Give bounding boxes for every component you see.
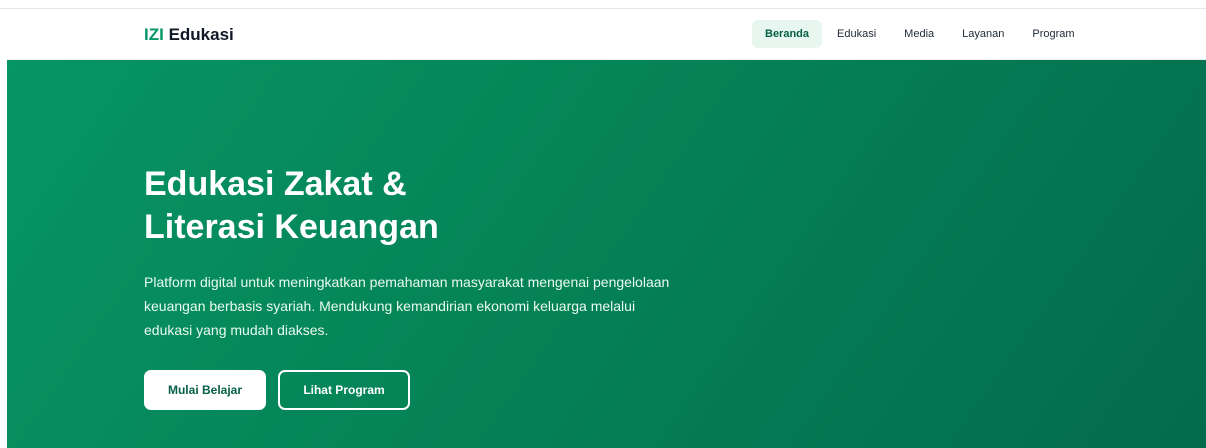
- nav-item-layanan[interactable]: Layanan: [949, 20, 1017, 48]
- nav-item-media[interactable]: Media: [891, 20, 947, 48]
- brand-name: Edukasi: [168, 25, 234, 44]
- hero-actions: Mulai Belajar Lihat Program: [144, 370, 410, 410]
- nav-item-edukasi[interactable]: Edukasi: [824, 20, 889, 48]
- hero-title: Edukasi Zakat & Literasi Keuangan: [144, 163, 439, 249]
- hero-section: Edukasi Zakat & Literasi Keuangan Platfo…: [7, 60, 1206, 448]
- hero-description: Platform digital untuk meningkatkan pema…: [144, 270, 754, 342]
- hero-title-line-1: Edukasi Zakat &: [144, 165, 407, 203]
- hero-title-line-2: Literasi Keuangan: [144, 208, 439, 246]
- start-learning-button[interactable]: Mulai Belajar: [144, 370, 266, 410]
- navbar: IZI Edukasi Beranda Edukasi Media Layana…: [7, 9, 1206, 60]
- main-nav: Beranda Edukasi Media Layanan Program: [752, 20, 1088, 48]
- brand-accent: IZI: [144, 25, 164, 44]
- brand-logo[interactable]: IZI Edukasi: [144, 24, 234, 46]
- nav-item-beranda[interactable]: Beranda: [752, 20, 823, 48]
- hero-description-line-1: Platform digital untuk meningkatkan pema…: [144, 274, 670, 290]
- page: IZI Edukasi Beranda Edukasi Media Layana…: [0, 0, 1206, 448]
- view-program-button[interactable]: Lihat Program: [278, 370, 410, 410]
- nav-item-program[interactable]: Program: [1019, 20, 1087, 48]
- hero-description-line-2: keuangan berbasis syariah. Mendukung kem…: [144, 298, 636, 314]
- hero-description-line-3: edukasi yang mudah diakses.: [144, 322, 329, 338]
